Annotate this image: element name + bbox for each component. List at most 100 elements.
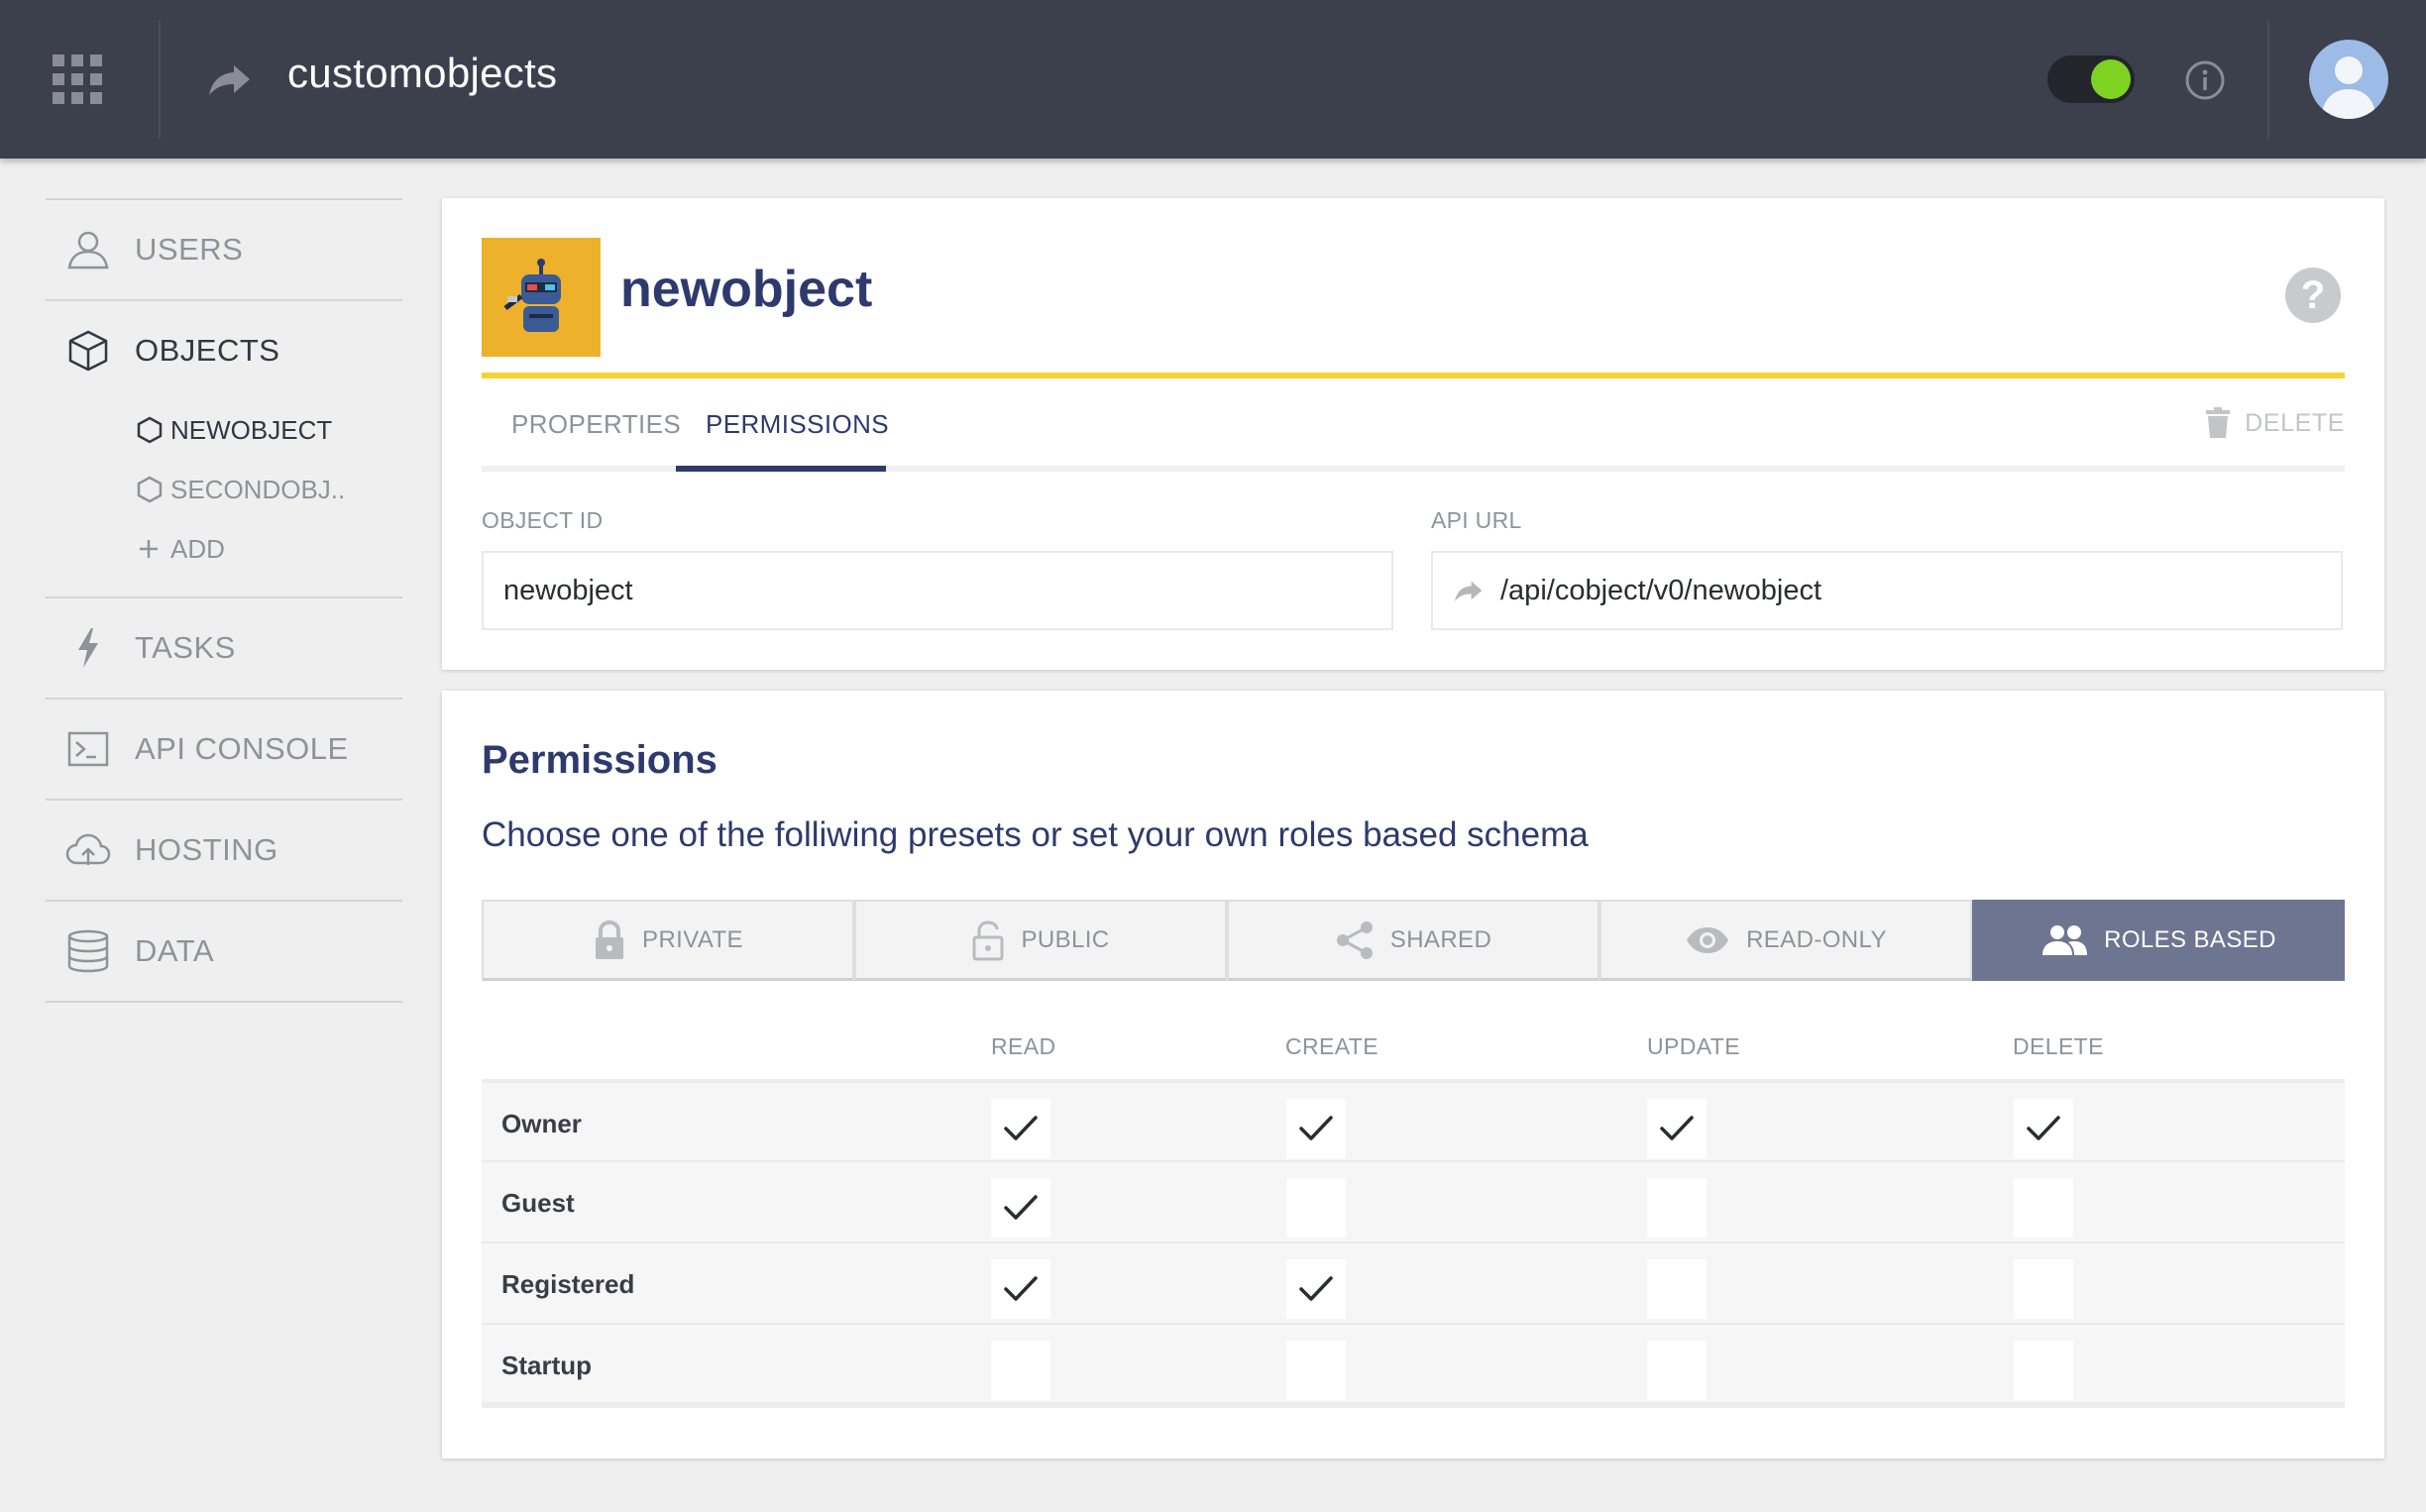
object-id-label: OBJECT ID [482, 507, 604, 533]
help-icon[interactable]: ? [2285, 268, 2341, 323]
delete-label: DELETE [2245, 408, 2345, 437]
add-object-label: ADD [170, 533, 225, 564]
checkbox-create[interactable] [1286, 1178, 1346, 1238]
bolt-icon [63, 623, 113, 673]
app-title: customobjects [287, 50, 558, 96]
top-bar: customobjects [0, 0, 2426, 159]
hexagon-icon [137, 416, 165, 444]
preset-label: ROLES BASED [2104, 925, 2276, 953]
checkbox-delete[interactable] [2014, 1178, 2073, 1238]
column-header-delete: DELETE [2013, 1033, 2104, 1059]
preset-shared[interactable]: SHARED [1227, 900, 1599, 981]
table-row: Owner [482, 1079, 2345, 1160]
checkmark-icon [1004, 1116, 1038, 1140]
permissions-table: Owner Guest Registered Startup [482, 1079, 2345, 1408]
permissions-card: Permissions Choose one of the folliwing … [442, 691, 2384, 1458]
table-row: Registered [482, 1242, 2345, 1323]
sidebar-item-api-console[interactable]: API CONSOLE [46, 700, 402, 799]
checkbox-read[interactable] [991, 1259, 1050, 1319]
checkbox-create[interactable] [1286, 1341, 1346, 1400]
preset-private[interactable]: PRIVATE [482, 900, 854, 981]
checkbox-update[interactable] [1647, 1178, 1707, 1238]
sidebar-item-label: HOSTING [135, 832, 278, 867]
table-row: Startup [482, 1323, 2345, 1408]
eye-icon [1687, 926, 1729, 953]
sidebar-item-label: TASKS [135, 630, 236, 665]
unlock-icon [972, 919, 1004, 960]
column-header-create: CREATE [1285, 1033, 1378, 1059]
checkbox-create[interactable] [1286, 1099, 1346, 1158]
sidebar-item-data[interactable]: DATA [46, 902, 402, 1001]
preset-selector: PRIVATE PUBLIC SHARED READ-ONLY ROLES BA… [482, 900, 2345, 981]
cloud-upload-icon [63, 825, 113, 875]
preset-label: PRIVATE [642, 925, 743, 953]
robot-icon [482, 238, 601, 357]
preset-read-only[interactable]: READ-ONLY [1599, 900, 1972, 981]
cube-icon [63, 326, 113, 376]
checkbox-update[interactable] [1647, 1341, 1707, 1400]
sidebar-item-hosting[interactable]: HOSTING [46, 801, 402, 900]
preset-public[interactable]: PUBLIC [854, 900, 1227, 981]
api-url-label: API URL [1431, 507, 1522, 533]
preset-label: SHARED [1389, 925, 1492, 953]
delete-button[interactable]: DELETE [2205, 398, 2345, 448]
checkmark-icon [1299, 1116, 1333, 1140]
plus-icon [137, 535, 165, 563]
checkbox-update[interactable] [1647, 1259, 1707, 1319]
user-avatar-icon [2321, 56, 2376, 119]
preset-label: PUBLIC [1021, 925, 1110, 953]
sidebar-item-label: API CONSOLE [135, 731, 349, 766]
permissions-subtitle: Choose one of the folliwing presets or s… [482, 815, 1589, 854]
tab-permissions[interactable]: PERMISSIONS [676, 378, 919, 470]
avatar[interactable] [2309, 40, 2388, 119]
active-tab-indicator [676, 466, 886, 472]
object-card: newobject ? PROPERTIES PERMISSIONS DELET… [442, 198, 2384, 670]
user-icon [63, 225, 113, 274]
sidebar-item-label: DATA [135, 933, 215, 968]
sidebar-object-newobject[interactable]: NEWOBJECT [46, 400, 402, 460]
sidebar-object-label: NEWOBJECT [170, 414, 333, 445]
role-name: Guest [501, 1187, 575, 1218]
checkbox-read[interactable] [991, 1341, 1050, 1400]
preset-roles-based[interactable]: ROLES BASED [1972, 900, 2345, 981]
api-url-field[interactable]: /api/cobject/v0/newobject [1431, 551, 2343, 630]
sidebar-object-secondobj[interactable]: SECONDOBJ.. [46, 460, 402, 519]
share-icon [1336, 920, 1373, 959]
table-row: Guest [482, 1160, 2345, 1242]
checkbox-create[interactable] [1286, 1259, 1346, 1319]
people-icon [2042, 924, 2088, 955]
checkbox-read[interactable] [991, 1178, 1050, 1238]
info-icon[interactable] [2184, 59, 2226, 101]
topbar-divider [159, 20, 161, 139]
app-grid-icon[interactable] [53, 54, 102, 104]
sidebar-item-label: USERS [135, 232, 244, 267]
checkbox-delete[interactable] [2014, 1341, 2073, 1400]
toggle-knob [2091, 59, 2131, 99]
checkbox-delete[interactable] [2014, 1259, 2073, 1319]
database-icon [63, 926, 113, 976]
objects-sublist: NEWOBJECT SECONDOBJ.. ADD [46, 400, 402, 596]
sidebar-item-users[interactable]: USERS [46, 200, 402, 299]
role-name: Owner [501, 1108, 582, 1138]
sidebar-item-label: OBJECTS [135, 333, 280, 368]
lock-icon [596, 919, 624, 959]
role-name: Startup [501, 1350, 592, 1380]
add-object-button[interactable]: ADD [46, 519, 402, 579]
checkmark-icon [1660, 1116, 1694, 1140]
checkmark-icon [1004, 1276, 1038, 1301]
sidebar-item-tasks[interactable]: TASKS [46, 598, 402, 698]
checkbox-read[interactable] [991, 1099, 1050, 1158]
object-tabs: PROPERTIES PERMISSIONS DELETE [482, 378, 2345, 474]
toggle-switch[interactable] [2047, 55, 2135, 103]
checkbox-update[interactable] [1647, 1099, 1707, 1158]
share-arrow-icon [1455, 581, 1483, 601]
sidebar-item-objects[interactable]: OBJECTS [46, 301, 402, 400]
object-title: newobject [620, 261, 873, 318]
checkmark-icon [1004, 1195, 1038, 1220]
sidebar: USERS OBJECTS NEWOBJECT SECONDOBJ.. ADD … [46, 198, 402, 1003]
object-id-field[interactable]: newobject [482, 551, 1393, 630]
sidebar-object-label: SECONDOBJ.. [170, 474, 346, 504]
api-url-value: /api/cobject/v0/newobject [1500, 574, 1822, 606]
checkbox-delete[interactable] [2014, 1099, 2073, 1158]
column-header-read: READ [991, 1033, 1056, 1059]
